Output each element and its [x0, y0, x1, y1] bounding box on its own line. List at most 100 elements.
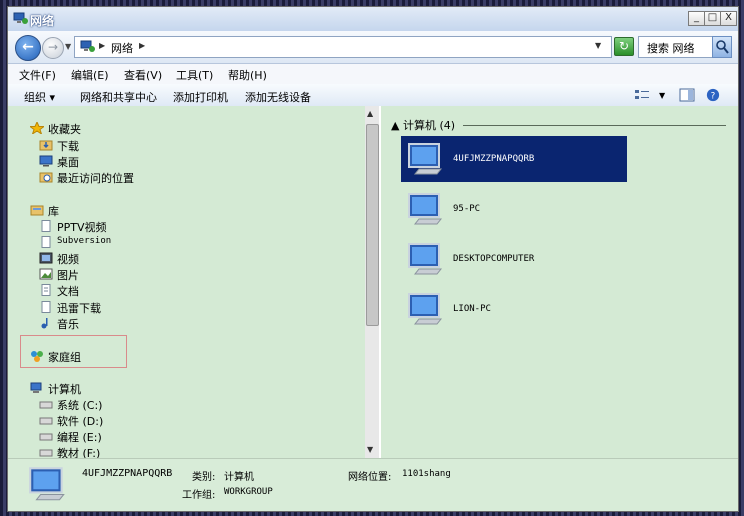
- sidebar-item-desktop[interactable]: 桌面: [57, 154, 79, 170]
- breadcrumb-chevron-icon[interactable]: ▶: [99, 41, 105, 50]
- explorer-window: 网络 _ □ X ← → ▼ ▶ 网络 ▶ ▼ ↻ 搜索 网络 文件(F) 编辑…: [7, 6, 739, 512]
- favorites-header[interactable]: 收藏夹: [48, 121, 81, 137]
- add-wireless-button[interactable]: 添加无线设备: [245, 89, 311, 105]
- sidebar-item-downloads[interactable]: 下载: [57, 138, 79, 154]
- group-header-computers[interactable]: ▲ 计算机 (4): [391, 117, 455, 133]
- scroll-down-arrow-icon[interactable]: ▼: [367, 445, 373, 454]
- computer-header[interactable]: 计算机: [48, 381, 81, 397]
- menu-tools[interactable]: 工具(T): [176, 67, 213, 83]
- document-icon: [41, 220, 51, 232]
- group-divider: [463, 125, 726, 126]
- close-button[interactable]: X: [720, 11, 737, 26]
- computer-name: LION-PC: [453, 304, 491, 314]
- help-icon[interactable]: ?: [705, 88, 721, 102]
- drive-icon: [39, 401, 53, 409]
- network-icon: [13, 12, 28, 24]
- menu-help[interactable]: 帮助(H): [228, 67, 267, 83]
- computer-name: 4UFJMZZPNAPQQRB: [453, 154, 535, 164]
- pictures-icon: [39, 268, 53, 280]
- scrollbar-thumb[interactable]: [366, 124, 379, 326]
- computer-icon: [408, 293, 443, 325]
- homegroup-icon: [31, 351, 43, 362]
- menu-file[interactable]: 文件(F): [19, 67, 56, 83]
- add-printer-button[interactable]: 添加打印机: [173, 89, 228, 105]
- drive-icon: [39, 417, 53, 425]
- scroll-up-arrow-icon[interactable]: ▲: [367, 109, 373, 118]
- document-icon: [41, 236, 51, 248]
- computer-icon: [408, 143, 443, 175]
- window-title: 网络: [30, 14, 55, 28]
- preview-pane-icon[interactable]: [679, 88, 695, 102]
- forward-button[interactable]: →: [42, 37, 64, 59]
- computer-item[interactable]: DESKTOPCOMPUTER: [401, 236, 627, 282]
- address-bar[interactable]: ▶ 网络 ▶ ▼: [74, 36, 612, 58]
- documents-icon: [41, 284, 51, 296]
- minimize-button[interactable]: _: [688, 11, 705, 26]
- navigation-bar: ← → ▼ ▶ 网络 ▶ ▼ ↻ 搜索 网络: [8, 31, 738, 64]
- sidebar-item-recent-places[interactable]: 最近访问的位置: [57, 170, 134, 186]
- computer-icon: [408, 193, 443, 225]
- drive-icon: [39, 449, 53, 457]
- content-pane: ▲ 计算机 (4) 4UFJMZZPNAPQQRB 95-PC DESKTOPC…: [381, 106, 738, 458]
- details-name: 4UFJMZZPNAPQQRB: [82, 468, 173, 479]
- recent-places-icon: [39, 172, 53, 183]
- menu-edit[interactable]: 编辑(E): [71, 67, 109, 83]
- search-placeholder: 搜索 网络: [647, 42, 695, 55]
- computer-name: DESKTOPCOMPUTER: [453, 254, 535, 264]
- computer-item[interactable]: 4UFJMZZPNAPQQRB: [401, 136, 627, 182]
- menu-view[interactable]: 查看(V): [124, 67, 162, 83]
- menu-bar: 文件(F) 编辑(E) 查看(V) 工具(T) 帮助(H): [8, 64, 738, 84]
- sidebar-item-music[interactable]: 音乐: [57, 316, 79, 332]
- maximize-button[interactable]: □: [704, 11, 721, 26]
- computer-name: 95-PC: [453, 204, 481, 214]
- video-icon: [39, 252, 53, 264]
- group-header-label: 计算机 (4): [402, 119, 456, 132]
- sidebar-item-drive-c[interactable]: 系统 (C:): [57, 397, 102, 413]
- libraries-header[interactable]: 库: [48, 203, 59, 219]
- navigation-scrollbar[interactable]: ▲ ▼: [365, 106, 379, 458]
- sidebar-item-subversion[interactable]: Subversion: [57, 236, 111, 246]
- sidebar-item-pptv[interactable]: PPTV视频: [57, 219, 107, 235]
- desktop-icon: [39, 155, 53, 167]
- breadcrumb-network[interactable]: 网络: [111, 40, 133, 56]
- sidebar-item-homegroup[interactable]: 家庭组: [48, 349, 81, 365]
- details-workgroup-label: 工作组:: [182, 490, 216, 501]
- sidebar-item-drive-d[interactable]: 软件 (D:): [57, 413, 103, 429]
- sidebar-item-documents[interactable]: 文档: [57, 283, 79, 299]
- library-icon: [30, 205, 44, 216]
- details-workgroup-value: WORKGROUP: [224, 487, 273, 497]
- title-bar[interactable]: 网络 _ □ X: [8, 7, 738, 31]
- back-button[interactable]: ←: [15, 35, 41, 61]
- sidebar-item-drive-e[interactable]: 编程 (E:): [57, 429, 102, 445]
- refresh-button[interactable]: ↻: [614, 37, 634, 56]
- drive-icon: [39, 433, 53, 441]
- recent-pages-dropdown-icon[interactable]: ▼: [65, 42, 71, 51]
- downloads-icon: [39, 140, 53, 151]
- command-bar: 组织 ▾ 网络和共享中心 添加打印机 添加无线设备 ▼ ?: [8, 84, 738, 107]
- organize-button[interactable]: 组织 ▾: [24, 89, 55, 105]
- computer-item[interactable]: LION-PC: [401, 286, 627, 332]
- details-category-value: 计算机: [224, 472, 254, 483]
- document-icon: [41, 301, 51, 313]
- music-icon: [41, 318, 48, 329]
- sidebar-item-videos[interactable]: 视频: [57, 251, 79, 267]
- details-category-label: 类别:: [192, 472, 216, 483]
- svg-text:?: ?: [711, 92, 716, 102]
- sidebar-item-thunder-downloads[interactable]: 迅雷下载: [57, 300, 101, 316]
- view-options-dropdown-icon[interactable]: ▼: [659, 91, 665, 100]
- address-dropdown-icon[interactable]: ▼: [595, 41, 601, 50]
- sidebar-item-pictures[interactable]: 图片: [57, 267, 79, 283]
- view-options-icon[interactable]: [634, 88, 650, 102]
- computer-icon: [29, 467, 65, 501]
- computer-icon: [408, 243, 443, 275]
- computer-item[interactable]: 95-PC: [401, 186, 627, 232]
- details-location-value: 1101shang: [402, 469, 451, 479]
- network-sharing-button[interactable]: 网络和共享中心: [80, 89, 157, 105]
- computer-icon: [30, 382, 42, 393]
- navigation-pane: 收藏夹 下载 桌面 最近访问的位置 库 PPTV视频 Subversion 视频…: [8, 106, 365, 460]
- search-icon[interactable]: [712, 36, 732, 58]
- network-icon: [80, 40, 95, 52]
- star-icon: [30, 122, 44, 134]
- breadcrumb-chevron-icon[interactable]: ▶: [139, 41, 145, 50]
- search-input[interactable]: 搜索 网络: [638, 36, 713, 58]
